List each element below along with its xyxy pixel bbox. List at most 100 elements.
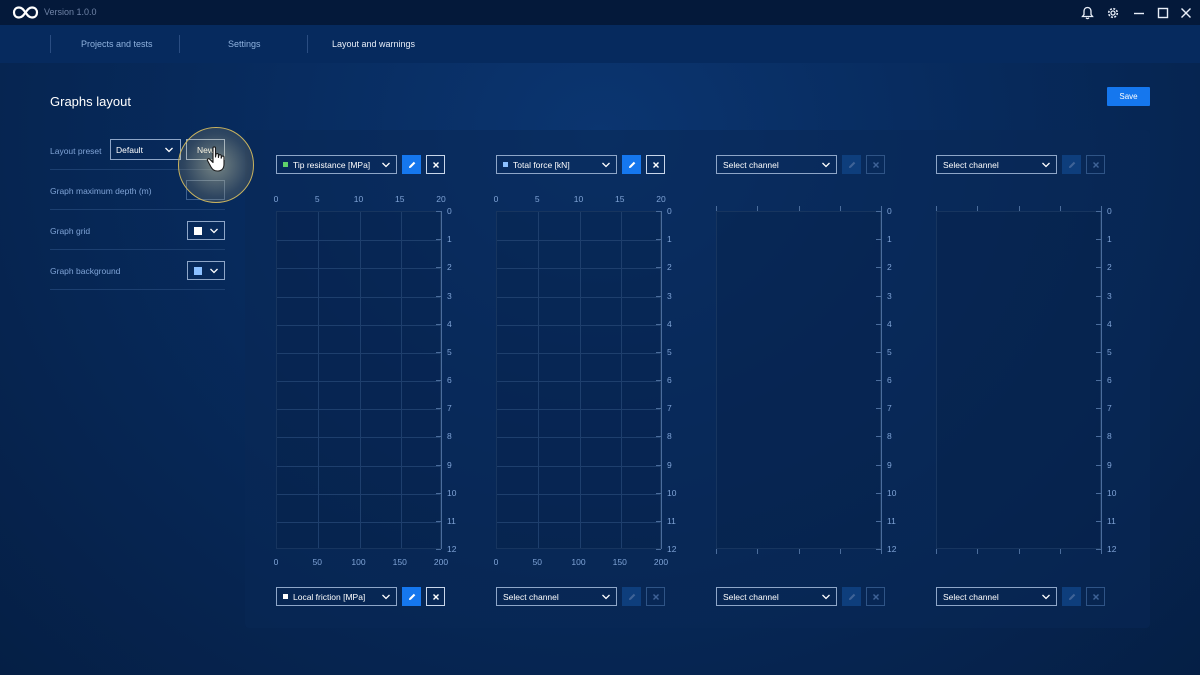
y-tick-mark xyxy=(876,267,881,269)
top-channel-select[interactable]: Select channel xyxy=(936,155,1057,174)
channel-label: Total force [kN] xyxy=(513,159,570,170)
x-tick-mark xyxy=(1018,206,1020,211)
pencil-icon xyxy=(1068,161,1075,168)
new-preset-button[interactable]: New xyxy=(186,139,225,160)
pencil-icon xyxy=(408,593,415,600)
channel-color-dot xyxy=(503,162,508,167)
remove-channel-button[interactable] xyxy=(646,587,665,606)
channel-label: Tip resistance [MPa] xyxy=(293,159,371,170)
depth-tick-label: 1 xyxy=(447,234,452,245)
grid-line-vertical xyxy=(579,212,581,548)
channel-label: Select channel xyxy=(723,159,779,170)
y-tick-mark xyxy=(656,239,661,241)
grid-line-horizontal xyxy=(277,240,440,242)
graph-plot-area xyxy=(716,211,881,549)
depth-tick-label: 3 xyxy=(667,290,672,301)
depth-tick-label: 6 xyxy=(447,375,452,385)
y-tick-mark xyxy=(656,520,661,522)
chevron-down-icon xyxy=(1042,162,1050,168)
depth-tick-label: 2 xyxy=(447,262,452,273)
edit-channel-button[interactable] xyxy=(1062,587,1081,606)
remove-channel-button[interactable] xyxy=(646,155,665,174)
edit-channel-button[interactable] xyxy=(622,155,641,174)
grid-line-vertical xyxy=(538,212,540,548)
grid-line-vertical xyxy=(359,212,361,548)
maximize-icon[interactable] xyxy=(1154,4,1171,21)
pencil-icon xyxy=(408,161,415,168)
remove-channel-button[interactable] xyxy=(1086,155,1105,174)
tab-projects-and-tests[interactable]: Projects and tests xyxy=(81,39,153,49)
x-tick-mark xyxy=(839,549,841,554)
y-tick-mark xyxy=(1096,267,1101,269)
edit-channel-button[interactable] xyxy=(842,587,861,606)
x-tick-mark xyxy=(757,206,759,211)
bottom-channel-select[interactable]: Select channel xyxy=(716,587,837,606)
max-depth-input[interactable] xyxy=(186,180,225,200)
depth-tick-label: 8 xyxy=(1107,431,1112,442)
grid-color-picker[interactable] xyxy=(187,221,225,240)
y-tick-mark xyxy=(876,520,881,522)
grid-line-horizontal xyxy=(497,352,660,354)
y-tick-mark xyxy=(436,520,441,522)
depth-tick-label: 1 xyxy=(887,234,892,245)
depth-tick-label: 7 xyxy=(667,403,672,414)
x-tick-label-top: 10 xyxy=(573,194,584,204)
layout-preset-select[interactable]: Default xyxy=(110,139,181,160)
close-window-icon[interactable] xyxy=(1177,4,1194,21)
bottom-channel-select[interactable]: Select channel xyxy=(496,587,617,606)
y-tick-mark xyxy=(436,211,441,212)
minimize-icon[interactable] xyxy=(1130,4,1147,21)
bottom-channel-select[interactable]: Local friction [MPa] xyxy=(276,587,397,606)
x-tick-mark xyxy=(757,549,759,554)
remove-channel-button[interactable] xyxy=(426,587,445,606)
save-button[interactable]: Save xyxy=(1107,87,1150,106)
pencil-icon xyxy=(628,161,635,168)
x-tick-label-top: 15 xyxy=(395,194,405,204)
chevron-down-icon xyxy=(210,228,218,234)
close-icon xyxy=(432,593,439,600)
y-tick-mark xyxy=(1096,549,1101,550)
tab-settings[interactable]: Settings xyxy=(228,39,261,49)
y-tick-mark xyxy=(876,211,881,212)
depth-tick-label: 0 xyxy=(667,206,672,216)
x-tick-label-bottom: 150 xyxy=(392,557,407,567)
close-icon xyxy=(652,593,659,600)
y-tick-mark xyxy=(436,549,441,550)
y-tick-mark xyxy=(436,408,441,410)
bell-icon[interactable] xyxy=(1079,4,1096,21)
x-tick-label-bottom: 100 xyxy=(571,557,586,567)
depth-tick-label: 3 xyxy=(1107,290,1112,301)
x-tick-mark xyxy=(1101,549,1102,554)
top-channel-select[interactable]: Tip resistance [MPa] xyxy=(276,155,397,174)
top-channel-select[interactable]: Total force [kN] xyxy=(496,155,617,174)
depth-tick-label: 9 xyxy=(1107,459,1112,470)
edit-channel-button[interactable] xyxy=(402,155,421,174)
x-tick-label-top: 10 xyxy=(353,194,364,204)
depth-tick-label: 7 xyxy=(887,403,892,414)
edit-channel-button[interactable] xyxy=(1062,155,1081,174)
top-channel-select[interactable]: Select channel xyxy=(716,155,837,174)
depth-tick-label: 4 xyxy=(447,318,452,329)
edit-channel-button[interactable] xyxy=(402,587,421,606)
y-tick-mark xyxy=(1096,492,1101,494)
edit-channel-button[interactable] xyxy=(842,155,861,174)
grid-line-horizontal xyxy=(277,465,440,467)
tab-layout-and-warnings[interactable]: Layout and warnings xyxy=(332,39,415,49)
y-tick-mark xyxy=(436,323,441,325)
gear-icon[interactable] xyxy=(1104,4,1121,21)
y-tick-mark xyxy=(436,436,441,438)
remove-channel-button[interactable] xyxy=(426,155,445,174)
channel-color-dot xyxy=(283,594,288,599)
background-color-picker[interactable] xyxy=(187,261,225,280)
chevron-down-icon xyxy=(822,594,830,600)
close-icon xyxy=(872,593,879,600)
remove-channel-button[interactable] xyxy=(866,587,885,606)
chevron-down-icon xyxy=(602,594,610,600)
grid-line-horizontal xyxy=(277,409,440,411)
edit-channel-button[interactable] xyxy=(622,587,641,606)
grid-line-horizontal xyxy=(277,296,440,298)
remove-channel-button[interactable] xyxy=(866,155,885,174)
bottom-channel-select[interactable]: Select channel xyxy=(936,587,1057,606)
channel-label: Local friction [MPa] xyxy=(293,591,366,602)
remove-channel-button[interactable] xyxy=(1086,587,1105,606)
